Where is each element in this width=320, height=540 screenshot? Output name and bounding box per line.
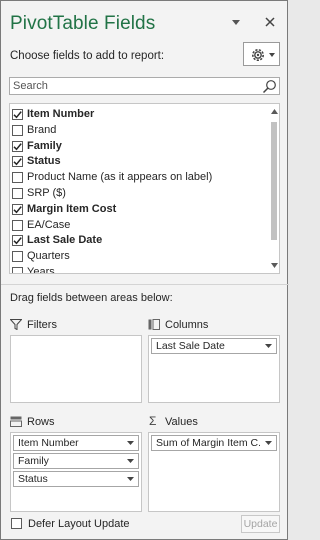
close-icon[interactable] [263,15,277,29]
field-item[interactable]: Quarters [10,249,266,265]
field-label: Margin Item Cost [27,202,117,215]
field-item[interactable]: SRP ($) [10,186,266,202]
field-label: Brand [27,123,57,136]
field-checkbox[interactable] [12,140,23,152]
field-label: Item Number [27,108,95,120]
field-item[interactable]: Margin Item Cost [10,202,266,218]
search-input[interactable] [10,78,250,94]
field-label: SRP ($) [27,187,66,199]
columns-icon [148,319,160,330]
rows-drop-zone[interactable]: Item Number Family Status [10,432,142,512]
field-checkbox[interactable] [12,172,23,184]
field-checkbox[interactable] [12,267,23,273]
search-field[interactable] [9,77,280,95]
field-checkbox[interactable] [12,156,23,168]
section-splitter[interactable] [1,284,289,287]
field-list: Item Number Brand Family Status Product Name… [9,103,280,274]
choose-fields-label: Choose fields to add to report: [10,50,165,62]
field-item[interactable]: Last Sale Date [10,233,266,249]
rows-field-label: Item Number [18,437,79,449]
filter-icon [10,319,22,330]
chevron-down-icon[interactable] [265,441,272,446]
field-checkbox[interactable] [12,219,23,231]
field-label: Years [27,266,55,274]
field-item[interactable]: EA/Case [10,218,266,234]
update-button[interactable]: Update [241,515,280,533]
field-label: Family [27,139,62,152]
field-item[interactable]: Years [10,265,266,274]
rows-icon [10,416,22,427]
defer-layout-checkbox[interactable] [11,518,22,529]
filters-drop-zone[interactable] [10,335,142,403]
scroll-up-icon[interactable] [271,109,278,114]
field-item[interactable]: Brand [10,123,266,139]
field-item[interactable]: Family [10,139,266,155]
checkmark-icon [13,142,22,151]
field-label: Product Name (as it appears on label) [27,171,213,184]
rows-field-pill[interactable]: Family [13,453,139,469]
field-checkbox[interactable] [12,188,23,199]
scroll-thumb[interactable] [271,122,277,240]
field-checkbox[interactable] [12,203,23,215]
field-label: Last Sale Date [27,234,103,247]
values-field-pill[interactable]: Sum of Margin Item C... [151,435,277,451]
checkmark-icon [13,237,22,245]
rows-field-pill[interactable]: Item Number [13,435,139,451]
drag-fields-label: Drag fields between areas below: [10,292,173,304]
field-checkbox[interactable] [12,251,23,263]
rows-field-label: Family [18,455,49,467]
columns-field-pill[interactable]: Last Sale Date [151,338,277,354]
chevron-down-icon[interactable] [127,441,134,446]
field-checkbox[interactable] [12,235,23,247]
pivottable-fields-pane: PivotTable Fields Choose fields to add t… [0,0,289,540]
pane-options-chevron-icon[interactable] [229,17,243,29]
values-drop-zone[interactable]: Sum of Margin Item C... [148,432,280,512]
defer-layout-label: Defer Layout Update [28,518,130,530]
values-area-title: Values [165,416,198,428]
field-item[interactable]: Item Number [10,107,266,123]
field-checkbox[interactable] [12,124,23,136]
checkmark-icon [13,205,22,214]
chevron-down-icon[interactable] [265,344,272,349]
columns-area-title: Columns [165,319,209,331]
rows-area-title: Rows [27,416,55,428]
chevron-down-icon [269,53,275,57]
field-checkbox[interactable] [12,109,23,120]
field-label: Quarters [27,250,70,263]
columns-field-label: Last Sale Date [156,340,225,352]
sigma-icon: Σ [149,414,157,428]
tools-gear-button[interactable] [243,42,280,66]
chevron-down-icon[interactable] [127,459,134,464]
filters-area-title: Filters [27,319,57,331]
rows-field-pill[interactable]: Status [13,471,139,487]
rows-field-label: Status [18,473,48,485]
field-item[interactable]: Product Name (as it appears on label) [10,170,266,186]
search-icon[interactable] [262,79,277,94]
checkmark-icon [13,158,22,166]
scroll-down-icon[interactable] [271,263,278,268]
gear-icon [252,49,264,61]
checkmark-icon [13,111,22,119]
field-item[interactable]: Status [10,154,266,170]
chevron-down-icon[interactable] [127,477,134,482]
columns-drop-zone[interactable]: Last Sale Date [148,335,280,403]
field-label: Status [27,155,61,168]
pane-title: PivotTable Fields [10,13,156,34]
field-label: EA/Case [27,218,71,231]
field-list-scrollbar[interactable] [269,104,279,273]
values-field-label: Sum of Margin Item C... [156,437,260,449]
